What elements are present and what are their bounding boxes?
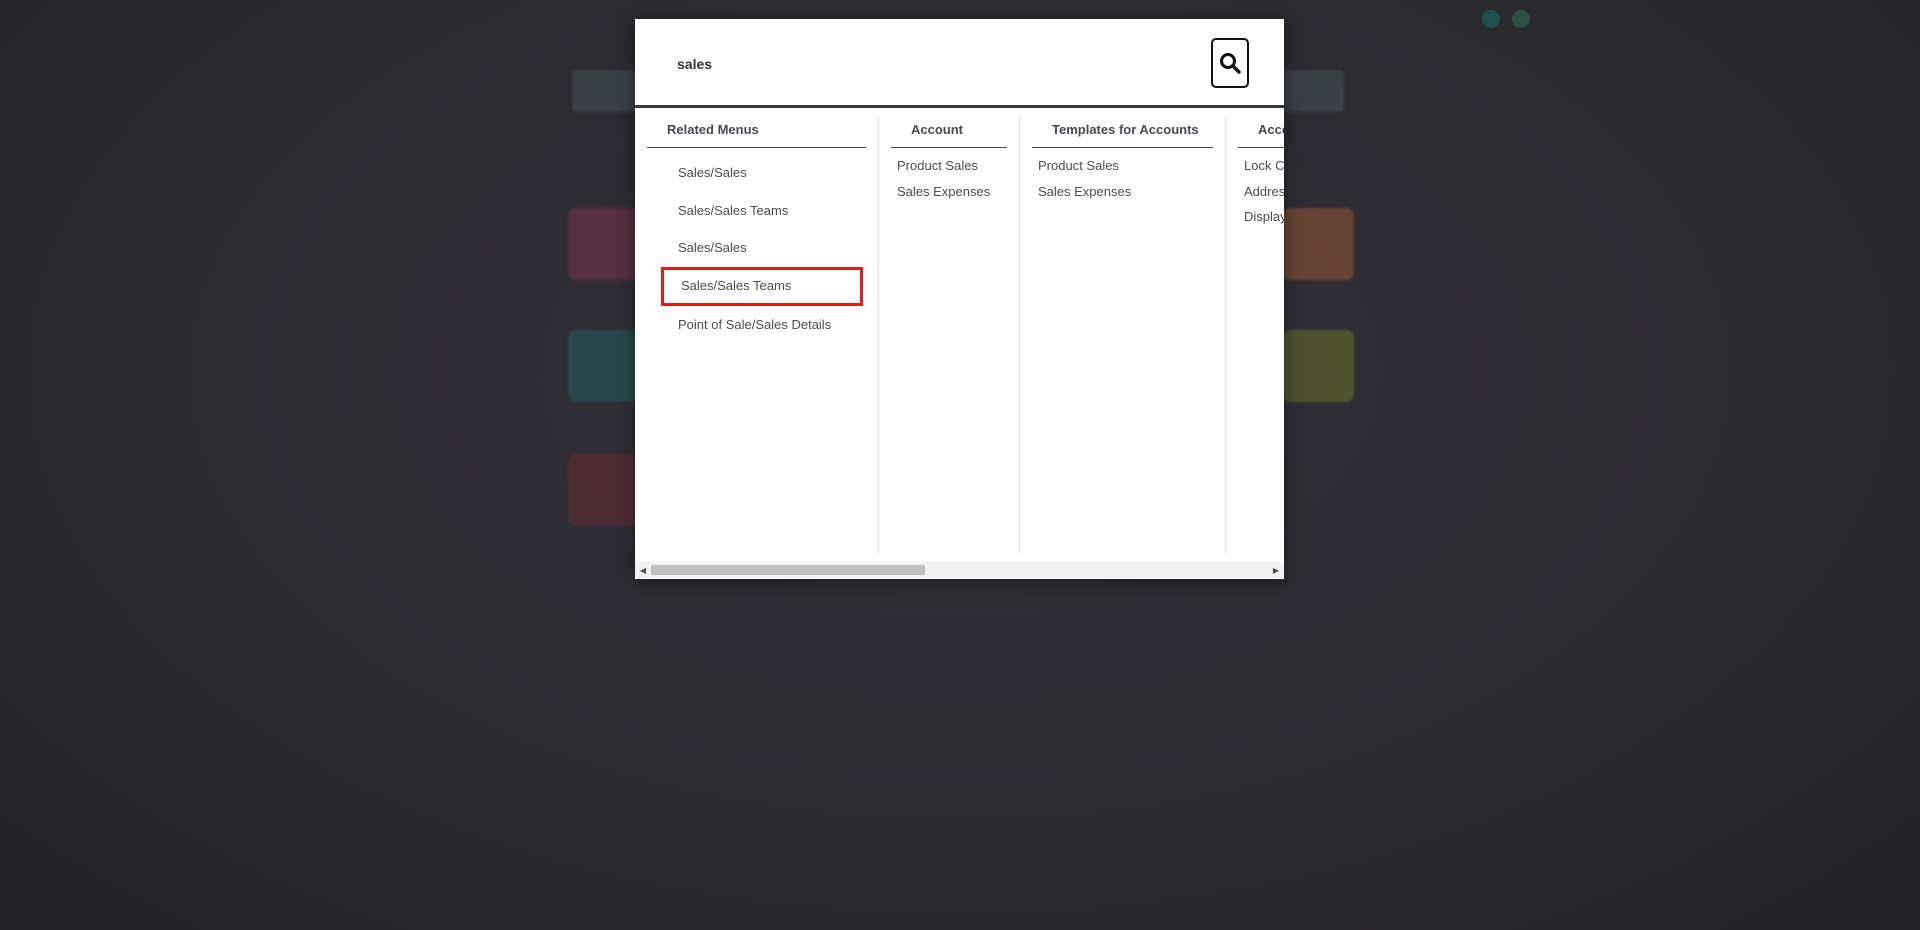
scrollbar-thumb[interactable]: [651, 565, 925, 575]
search-bar: [635, 19, 1284, 108]
column-header: Templates for Accounts: [1032, 116, 1213, 148]
column-header: Acce: [1238, 116, 1284, 148]
related-menu-item[interactable]: Sales/Sales: [647, 154, 866, 192]
background-app-tile: [1282, 330, 1354, 402]
related-menus-list: Sales/Sales Sales/Sales Teams Sales/Sale…: [635, 148, 878, 343]
search-icon: [1220, 53, 1241, 74]
templates-list: Product Sales Sales Expenses: [1020, 148, 1225, 204]
background-status-dot: [1512, 10, 1530, 28]
column-header: Account: [891, 116, 1007, 148]
related-menu-item[interactable]: Sales/Sales Teams: [647, 192, 866, 230]
results-column-truncated: Acce Lock C Addres Display: [1226, 116, 1284, 553]
horizontal-scrollbar[interactable]: ◀ ▶: [635, 562, 1284, 578]
scroll-left-icon[interactable]: ◀: [635, 562, 651, 578]
background-app-tile: [568, 330, 640, 402]
scroll-right-icon[interactable]: ▶: [1268, 562, 1284, 578]
search-results: Related Menus Sales/Sales Sales/Sales Te…: [635, 108, 1284, 558]
column-header: Related Menus: [647, 116, 866, 148]
template-item[interactable]: Product Sales: [1032, 153, 1213, 179]
results-column-templates-for-accounts: Templates for Accounts Product Sales Sal…: [1020, 116, 1226, 553]
truncated-item[interactable]: Display: [1238, 204, 1284, 230]
background-app-tile: [1282, 208, 1354, 280]
results-column-account: Account Product Sales Sales Expenses: [879, 116, 1020, 553]
account-list: Product Sales Sales Expenses: [879, 148, 1019, 204]
background-status-dot: [1482, 10, 1500, 28]
truncated-item[interactable]: Addres: [1238, 179, 1284, 205]
related-menu-item[interactable]: Sales/Sales: [647, 229, 866, 267]
background-app-tile: [568, 208, 640, 280]
background-app-tile: [568, 454, 640, 526]
related-menu-item-highlighted[interactable]: Sales/Sales Teams: [661, 266, 863, 306]
search-input[interactable]: [675, 53, 1199, 75]
truncated-item[interactable]: Lock C: [1238, 153, 1284, 179]
search-button[interactable]: [1211, 38, 1249, 88]
truncated-list: Lock C Addres Display: [1226, 148, 1284, 230]
search-dialog: Related Menus Sales/Sales Sales/Sales Te…: [635, 19, 1284, 579]
related-menu-item[interactable]: Point of Sale/Sales Details: [647, 306, 866, 344]
account-item[interactable]: Product Sales: [891, 153, 1007, 179]
template-item[interactable]: Sales Expenses: [1032, 179, 1213, 205]
account-item[interactable]: Sales Expenses: [891, 179, 1007, 205]
results-column-related-menus: Related Menus Sales/Sales Sales/Sales Te…: [635, 116, 879, 553]
